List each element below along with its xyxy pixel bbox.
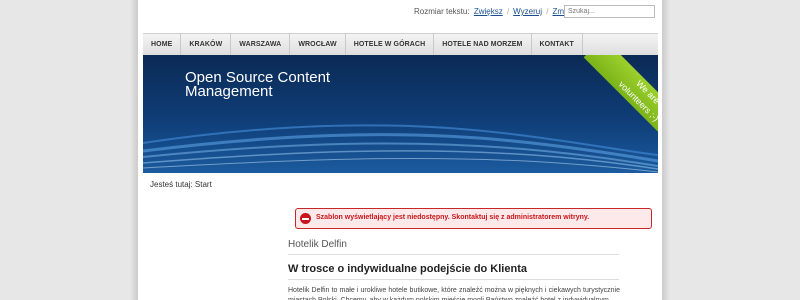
nav-item-hotele-w-gorach[interactable]: HOTELE W GÓRACH (346, 34, 435, 55)
article-body: Hotelik Delfin to małe i urokliwe hotele… (288, 287, 620, 300)
utility-bar: Rozmiar tekstu: Zwiększ /Wyzeruj /Zmniej… (138, 0, 662, 28)
breadcrumb: Jesteś tutaj: Start (150, 180, 212, 189)
article-heading: Hotelik Delfin (288, 239, 619, 255)
main-nav: HOME KRAKÓW WARSZAWA WROCŁAW HOTELE W GÓ… (143, 33, 658, 55)
nav-item-warszawa[interactable]: WARSZAWA (231, 34, 291, 55)
error-icon (300, 213, 311, 224)
error-message-box: Szablon wyświetlający jest niedostępny. … (295, 208, 652, 229)
nav-item-krakow[interactable]: KRAKÓW (181, 34, 232, 55)
search-input[interactable] (564, 5, 655, 18)
error-message-text: Szablon wyświetlający jest niedostępny. … (316, 214, 590, 221)
font-increase-link[interactable]: Zwiększ (474, 7, 503, 16)
article-title: W trosce o indywidualne podejście do Kli… (288, 263, 619, 280)
nav-item-wroclaw[interactable]: WROCŁAW (290, 34, 346, 55)
font-size-label: Rozmiar tekstu: (414, 7, 470, 16)
ribbon-clip: We are volunteers ;-) (143, 55, 658, 173)
nav-item-kontakt[interactable]: KONTAKT (532, 34, 583, 55)
page-shadow-right (662, 0, 670, 300)
header-banner: Open Source Content Management We are vo… (143, 55, 658, 173)
volunteers-ribbon: We are volunteers ;-) (583, 55, 658, 157)
font-reset-link[interactable]: Wyzeruj (513, 7, 542, 16)
separator: / (506, 7, 510, 16)
page-container: Rozmiar tekstu: Zwiększ /Wyzeruj /Zmniej… (138, 0, 662, 300)
nav-item-home[interactable]: HOME (143, 34, 182, 55)
nav-item-hotele-nad-morzem[interactable]: HOTELE NAD MORZEM (434, 34, 532, 55)
separator: / (546, 7, 549, 16)
font-size-controls: Rozmiar tekstu: Zwiększ /Wyzeruj /Zmniej… (414, 7, 584, 16)
page-shadow-left (130, 0, 138, 300)
